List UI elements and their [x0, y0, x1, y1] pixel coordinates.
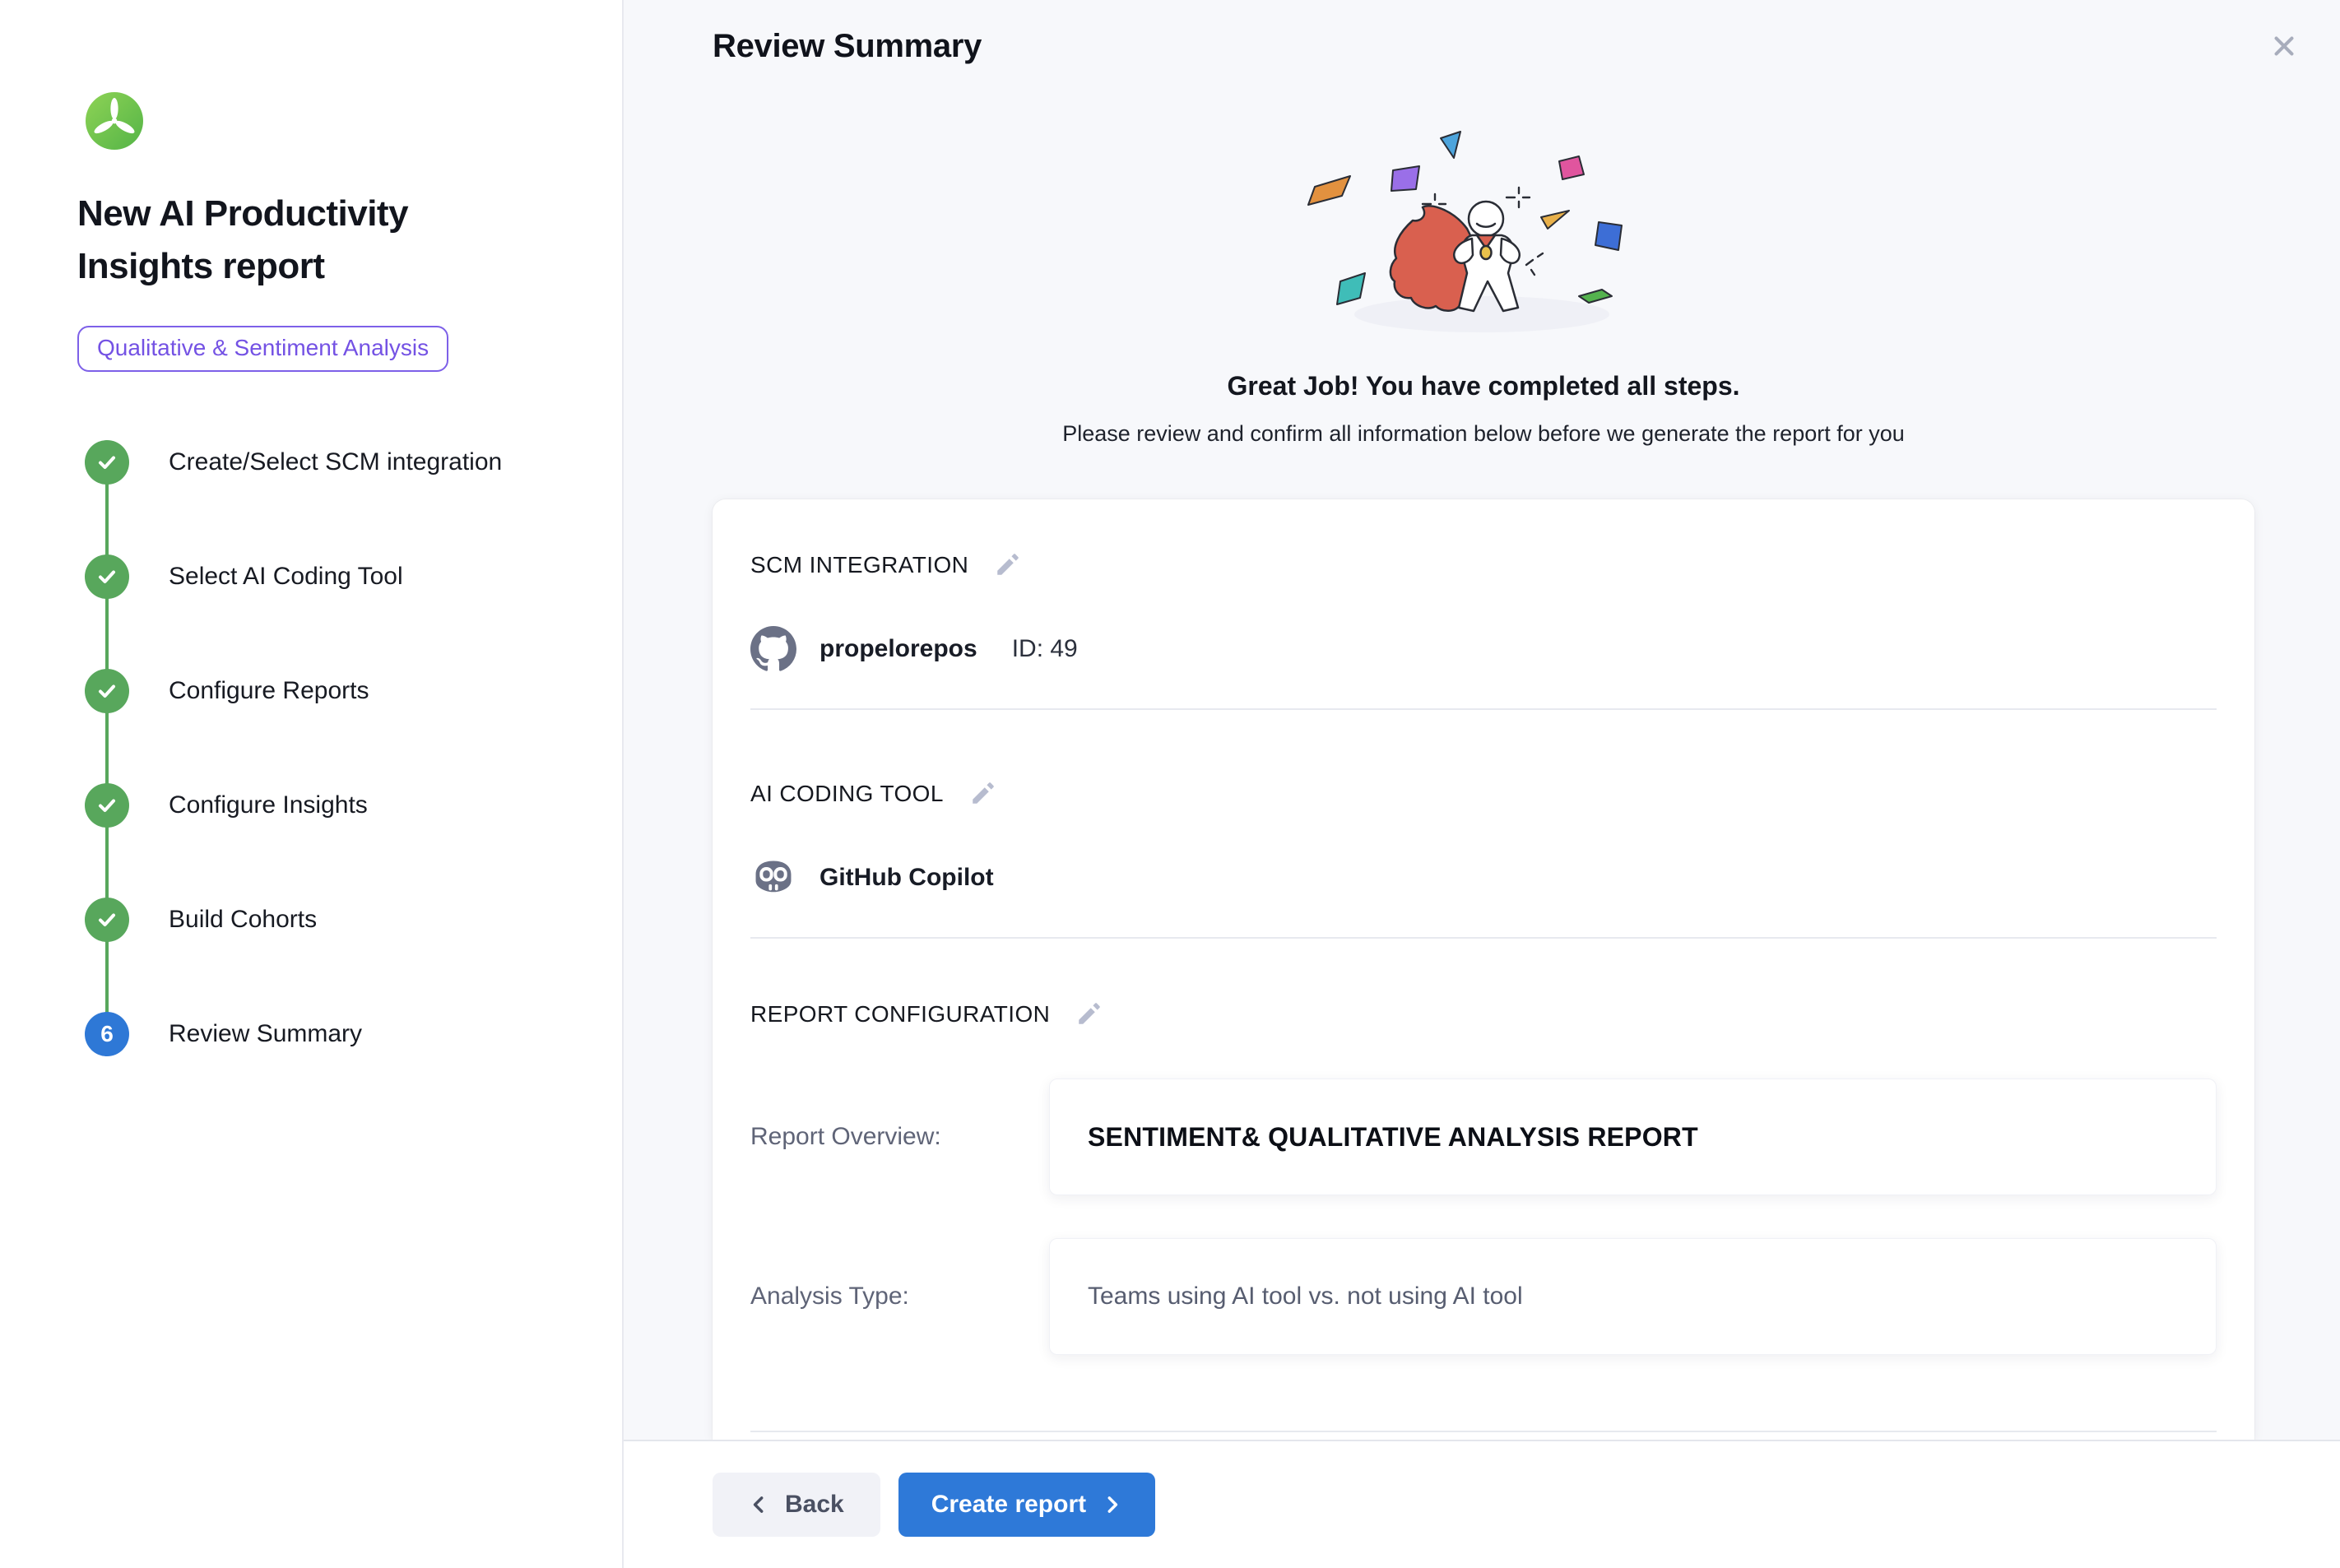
- step-label: Review Summary: [169, 1020, 362, 1048]
- panel-header: Review Summary: [624, 0, 2340, 79]
- chevron-right-icon: [1101, 1494, 1122, 1515]
- step-done-check-icon: [85, 669, 129, 713]
- step-label: Configure Reports: [169, 677, 369, 705]
- propelo-propeller-icon: [86, 92, 143, 150]
- edit-report-config-pencil-icon[interactable]: [1075, 1000, 1104, 1029]
- tool-name: GitHub Copilot: [819, 864, 994, 892]
- review-summary-panel: Review Summary: [624, 0, 2340, 1568]
- report-config-section: REPORT CONFIGURATION Report Overview: SE…: [750, 1000, 2217, 1432]
- tool-section-header: AI CODING TOOL: [750, 779, 2217, 809]
- scm-integration-id: ID: 49: [1012, 635, 1078, 663]
- edit-tool-pencil-icon[interactable]: [968, 779, 998, 809]
- step-label: Configure Insights: [169, 791, 368, 819]
- wizard-footer: Back Create report: [624, 1440, 2340, 1568]
- step-select-ai-coding-tool[interactable]: Select AI Coding Tool: [77, 519, 589, 633]
- create-report-button-label: Create report: [931, 1491, 1086, 1519]
- tool-section: AI CODING TOOL: [750, 779, 2217, 939]
- step-build-cohorts[interactable]: Build Cohorts: [77, 862, 589, 977]
- close-icon[interactable]: [2264, 26, 2304, 66]
- step-review-summary-current[interactable]: 6 Review Summary: [77, 977, 589, 1091]
- new-report-wizard: New AI Productivity Insights report Qual…: [0, 0, 2340, 1568]
- chevron-left-icon: [749, 1494, 770, 1515]
- analysis-type-row: Analysis Type: Teams using AI tool vs. n…: [750, 1238, 2217, 1355]
- back-button[interactable]: Back: [713, 1473, 880, 1537]
- step-create-select-scm-integration[interactable]: Create/Select SCM integration: [77, 405, 589, 519]
- step-configure-insights[interactable]: Configure Insights: [77, 748, 589, 862]
- step-done-check-icon: [85, 783, 129, 828]
- report-overview-value-box: SENTIMENT& QUALITATIVE ANALYSIS REPORT: [1049, 1079, 2217, 1195]
- analysis-type-value: Teams using AI tool vs. not using AI too…: [1088, 1283, 1523, 1311]
- scm-integration-row: propelorepos ID: 49: [750, 626, 2217, 672]
- github-octocat-icon: [750, 626, 796, 672]
- report-config-header: REPORT CONFIGURATION: [750, 1000, 2217, 1029]
- congrats-hero: Great Job! You have completed all steps.…: [713, 79, 2254, 447]
- report-overview-row: Report Overview: SENTIMENT& QUALITATIVE …: [750, 1079, 2217, 1195]
- celebration-illustration: [1270, 125, 1697, 355]
- panel-title: Review Summary: [713, 28, 2340, 65]
- analysis-type-value-box: Teams using AI tool vs. not using AI too…: [1049, 1238, 2217, 1355]
- tool-section-label: AI CODING TOOL: [750, 781, 944, 807]
- congrats-title: Great Job! You have completed all steps.: [713, 371, 2254, 401]
- step-configure-reports[interactable]: Configure Reports: [77, 633, 589, 748]
- section-divider: [750, 937, 2217, 939]
- panel-body: Great Job! You have completed all steps.…: [624, 79, 2340, 1440]
- report-title: New AI Productivity Insights report: [77, 188, 489, 293]
- step-done-check-icon: [85, 554, 129, 599]
- step-label: Build Cohorts: [169, 906, 317, 934]
- back-button-label: Back: [785, 1491, 844, 1519]
- summary-card: SCM INTEGRATION propelorepos ID: 49: [713, 499, 2254, 1440]
- tool-row: GitHub Copilot: [750, 855, 2217, 901]
- scm-section-header: SCM INTEGRATION: [750, 550, 2217, 580]
- report-config-label: REPORT CONFIGURATION: [750, 1001, 1050, 1028]
- report-overview-label: Report Overview:: [750, 1123, 1049, 1151]
- step-done-check-icon: [85, 898, 129, 942]
- step-number-badge: 6: [85, 1012, 129, 1056]
- step-label: Create/Select SCM integration: [169, 448, 502, 476]
- report-overview-value: SENTIMENT& QUALITATIVE ANALYSIS REPORT: [1088, 1122, 1698, 1153]
- step-done-check-icon: [85, 440, 129, 485]
- scm-section-label: SCM INTEGRATION: [750, 552, 968, 578]
- step-label: Select AI Coding Tool: [169, 563, 403, 591]
- analysis-type-label: Analysis Type:: [750, 1283, 1049, 1311]
- report-type-badge: Qualitative & Sentiment Analysis: [77, 326, 448, 372]
- edit-scm-pencil-icon[interactable]: [993, 550, 1023, 580]
- congrats-subtitle: Please review and confirm all informatio…: [713, 421, 2254, 447]
- section-divider: [750, 708, 2217, 710]
- github-copilot-icon: [750, 855, 796, 901]
- scm-integration-name: propelorepos: [819, 635, 977, 663]
- section-divider: [750, 1431, 2217, 1432]
- create-report-button[interactable]: Create report: [898, 1473, 1155, 1537]
- wizard-sidebar: New AI Productivity Insights report Qual…: [0, 0, 624, 1568]
- wizard-stepper: Create/Select SCM integration Select AI …: [77, 405, 589, 1091]
